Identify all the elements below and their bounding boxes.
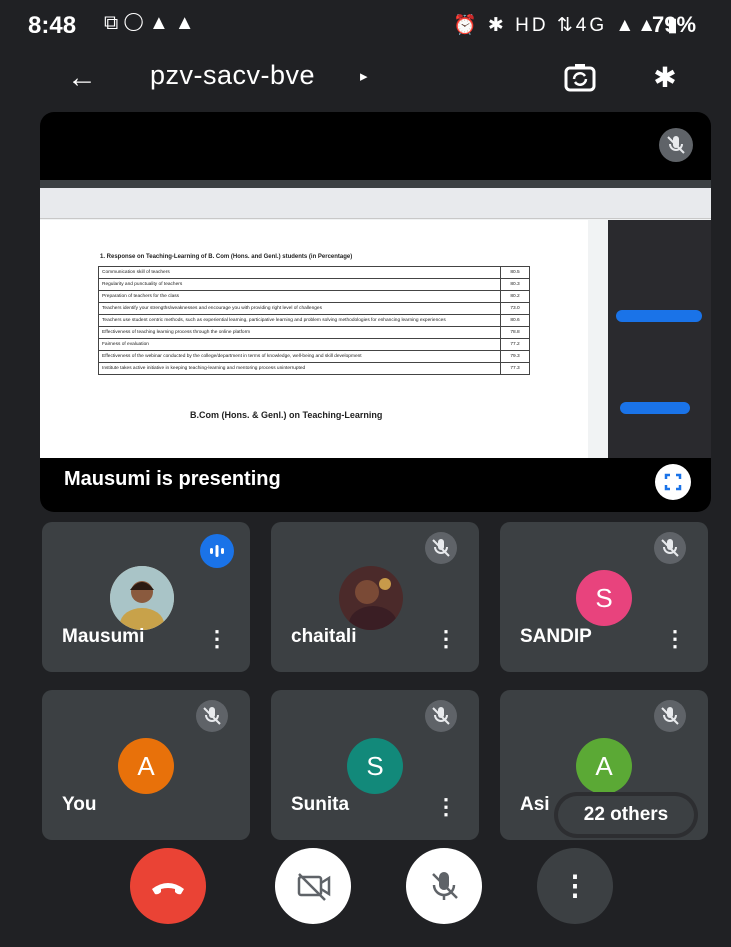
mic-off-icon (425, 700, 457, 732)
cast-icon: ⧉ (104, 12, 125, 34)
whatsapp-icon: ◯ (124, 12, 149, 34)
more-options-button[interactable]: ⋮ (537, 848, 613, 924)
document-caption: B.Com (Hons. & Genl.) on Teaching-Learni… (190, 410, 383, 420)
bluetooth-audio-button[interactable]: ✱ (645, 58, 685, 98)
table-row: Preparation of teachers for the class 80.… (98, 290, 530, 303)
phone-hangup-icon (152, 883, 184, 895)
mic-off-icon (432, 872, 458, 900)
table-cell: Effectiveness of the webinar conducted b… (98, 350, 501, 363)
arrow-back-icon: ← (67, 61, 97, 94)
participant-menu-button[interactable]: ⋮ (206, 625, 228, 653)
document-toolbar (40, 188, 711, 219)
participant-name: Mausumi (62, 626, 145, 647)
avatar (110, 566, 174, 630)
table-row: Communication skill of teachers 80.5 (98, 266, 530, 279)
participant-name: Asi (520, 794, 550, 815)
status-bar: 8:48 ⧉◯▲▲ ⏰ ✱ HD ⇅4G ▲▲ ▮ 79% (0, 0, 731, 48)
table-cell: 78.8 (500, 326, 530, 339)
system-icons: ⏰ ✱ HD ⇅4G ▲▲ ▮ (453, 15, 681, 36)
participant-tile[interactable]: chaitali ⋮ (271, 522, 479, 672)
document-table: Communication skill of teachers 80.5 Regu… (98, 266, 530, 375)
participant-name: You (62, 794, 97, 815)
table-cell: Communication skill of teachers (98, 266, 501, 279)
chevron-right-icon[interactable]: ▸ (360, 67, 368, 85)
table-cell: 80.3 (500, 278, 530, 291)
participant-tile[interactable]: Mausumi ⋮ (42, 522, 250, 672)
document-page: 1. Response on Teaching-Learning of B. C… (40, 220, 588, 458)
table-cell: 79.3 (500, 350, 530, 363)
table-cell: Teachers identify your strengths/weaknes… (98, 302, 501, 315)
table-row: Teachers identify your strengths/weaknes… (98, 302, 530, 315)
more-vert-icon: ⋮ (561, 870, 589, 901)
participant-tile[interactable]: S Sunita ⋮ (271, 690, 479, 840)
participant-name: SANDIP (520, 626, 592, 647)
fullscreen-icon (664, 473, 682, 491)
warning-icon: ▲ (148, 12, 175, 34)
presentation-tile[interactable]: 1. Response on Teaching-Learning of B. C… (40, 112, 711, 512)
avatar: S (347, 738, 403, 794)
table-cell: Effectiveness of teaching learning proce… (98, 326, 501, 339)
table-row: Institute takes active initiative in kee… (98, 362, 530, 375)
table-cell: 73.0 (500, 302, 530, 315)
side-panel-button (620, 402, 690, 414)
camera-off-icon (297, 873, 331, 901)
notification-icons: ⧉◯▲▲ (104, 12, 201, 35)
table-row: Effectiveness of the webinar conducted b… (98, 350, 530, 363)
camera-toggle-button[interactable] (275, 848, 351, 924)
mic-off-icon (654, 700, 686, 732)
shared-screen: 1. Response on Teaching-Learning of B. C… (40, 180, 711, 458)
table-cell: Regularity and punctuality of teachers (98, 278, 501, 291)
participant-tile[interactable]: A You (42, 690, 250, 840)
mic-off-icon (659, 128, 693, 162)
presenting-label: Mausumi is presenting (64, 468, 281, 490)
status-time: 8:48 (28, 12, 77, 39)
participant-name: chaitali (291, 626, 357, 647)
side-panel-button (616, 310, 702, 322)
table-cell: 80.2 (500, 290, 530, 303)
participant-menu-button[interactable]: ⋮ (435, 793, 457, 821)
end-call-button[interactable] (130, 848, 206, 924)
microphone-toggle-button[interactable] (406, 848, 482, 924)
back-button[interactable]: ← (60, 58, 104, 98)
audio-level-icon (200, 534, 234, 568)
fullscreen-button[interactable] (655, 464, 691, 500)
table-cell: 77.3 (500, 362, 530, 375)
battery-level: 79% (652, 12, 697, 37)
table-cell: Institute takes active initiative in kee… (98, 362, 501, 375)
table-cell: Teachers use student centric methods, su… (98, 314, 501, 327)
avatar: A (118, 738, 174, 794)
avatar: A (576, 738, 632, 794)
participant-name: Sunita (291, 794, 350, 815)
table-row: Teachers use student centric methods, su… (98, 314, 530, 327)
avatar (339, 566, 403, 630)
document-title-bar (40, 180, 711, 188)
table-cell: 77.2 (500, 338, 530, 351)
bluetooth-icon: ✱ (653, 62, 677, 93)
meeting-code[interactable]: pzv-sacv-bve (150, 60, 315, 91)
avatar: S (576, 570, 632, 626)
participant-menu-button[interactable]: ⋮ (435, 625, 457, 653)
table-row: Fairness of evaluation 77.2 (98, 338, 530, 351)
document-section-title: 1. Response on Teaching-Learning of B. C… (100, 254, 353, 260)
table-row: Effectiveness of teaching learning proce… (98, 326, 530, 339)
switch-camera-icon (564, 64, 596, 92)
participant-menu-button[interactable]: ⋮ (664, 625, 686, 653)
mic-off-icon (196, 700, 228, 732)
mic-off-icon (425, 532, 457, 564)
table-row: Regularity and punctuality of teachers 80… (98, 278, 530, 291)
mic-off-icon (654, 532, 686, 564)
table-cell: Preparation of teachers for the class (98, 290, 501, 303)
others-count-button[interactable]: 22 others (558, 796, 694, 834)
document-side-panel (608, 220, 711, 458)
switch-camera-button[interactable] (558, 58, 602, 98)
warning-icon: ▲ (174, 12, 201, 34)
table-cell: 80.6 (500, 314, 530, 327)
participant-tile[interactable]: S SANDIP ⋮ (500, 522, 708, 672)
table-cell: 80.5 (500, 266, 530, 279)
table-cell: Fairness of evaluation (98, 338, 501, 351)
